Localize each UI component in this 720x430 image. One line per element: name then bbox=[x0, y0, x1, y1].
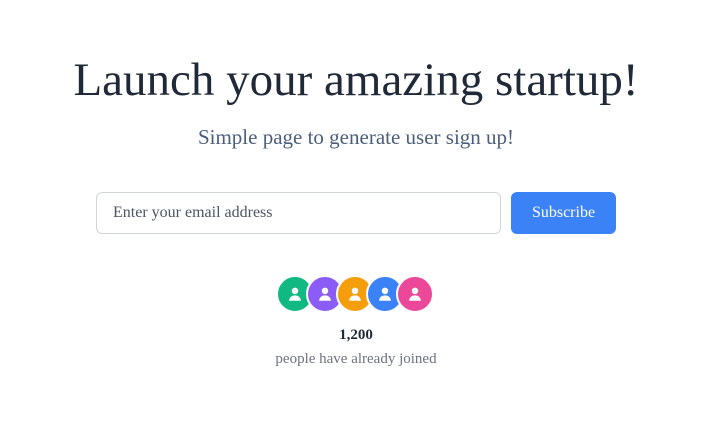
user-icon bbox=[286, 285, 304, 303]
avatar-stack bbox=[276, 275, 436, 313]
signup-form: Subscribe bbox=[96, 192, 616, 234]
avatar bbox=[396, 275, 434, 313]
user-icon bbox=[346, 285, 364, 303]
user-icon bbox=[316, 285, 334, 303]
landing-page: Launch your amazing startup! Simple page… bbox=[0, 0, 720, 430]
page-subtitle: Simple page to generate user sign up! bbox=[197, 125, 515, 149]
joined-count: 1,200 bbox=[339, 327, 373, 343]
joined-caption: people have already joined bbox=[275, 351, 437, 367]
page-title: Launch your amazing startup! bbox=[73, 54, 639, 106]
subscribe-button[interactable]: Subscribe bbox=[511, 192, 616, 234]
email-field[interactable] bbox=[96, 192, 501, 234]
user-icon bbox=[376, 285, 394, 303]
user-icon bbox=[406, 285, 424, 303]
